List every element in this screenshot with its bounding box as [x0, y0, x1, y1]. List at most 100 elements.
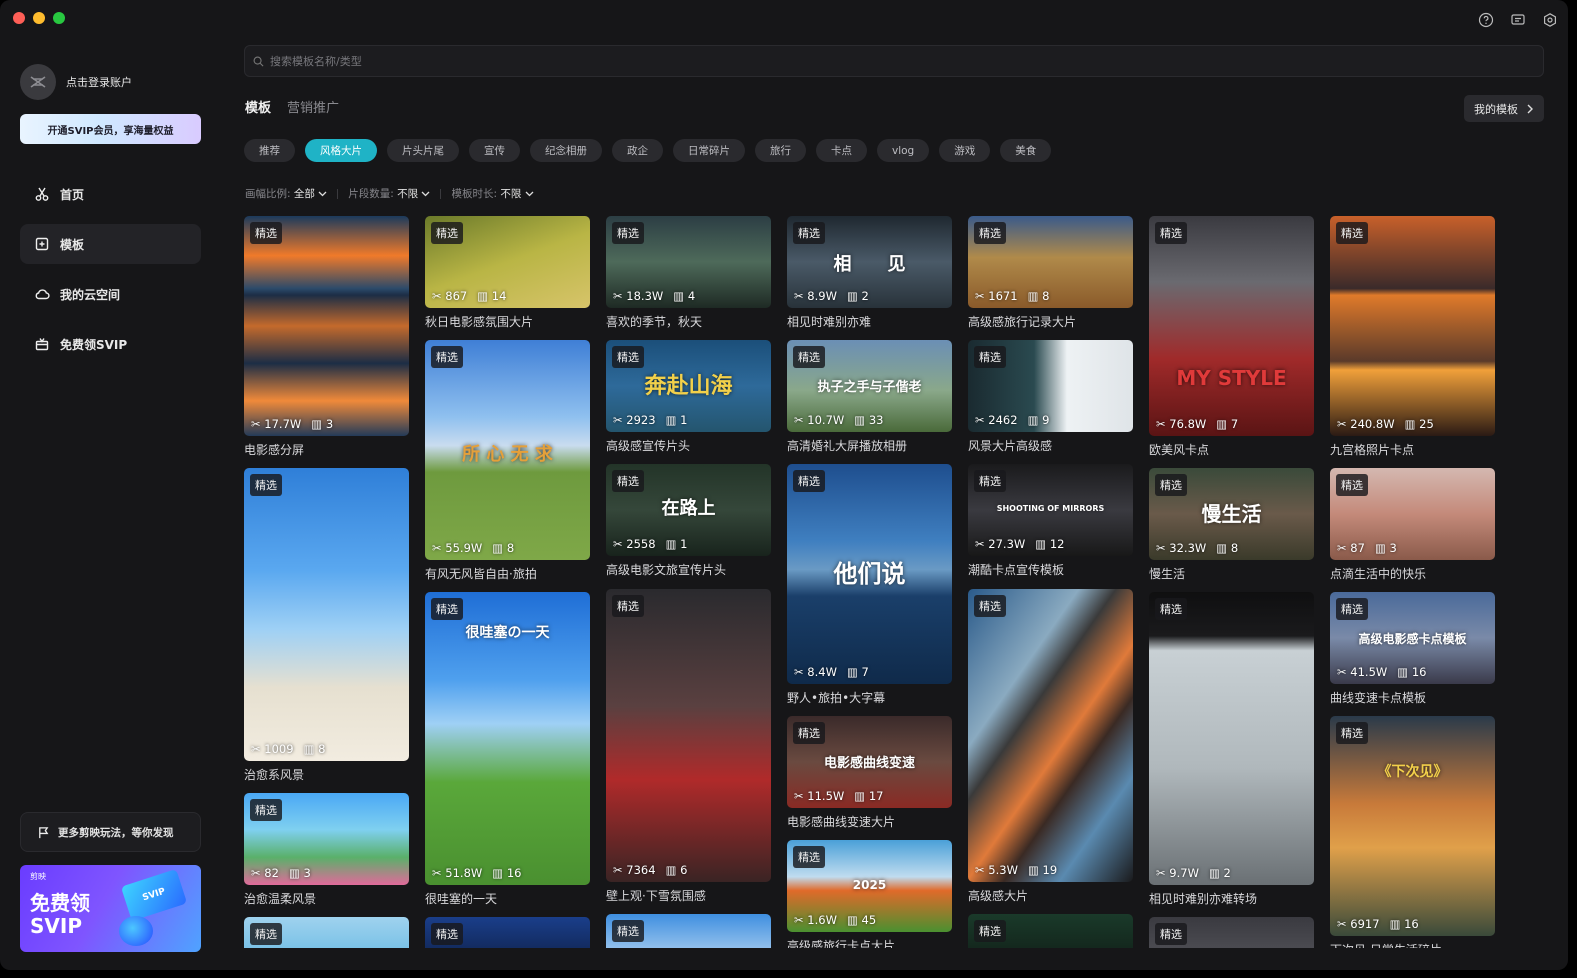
- category-chip[interactable]: 旅行: [755, 139, 806, 162]
- template-card[interactable]: 精选 ✂ 17.7W ▥ 3 电影感分屏: [244, 216, 409, 458]
- template-thumbnail[interactable]: 精选 奔赴山海 ✂ 2923 ▥ 1: [606, 340, 771, 432]
- category-chip[interactable]: 片头片尾: [387, 139, 459, 162]
- template-title[interactable]: 点滴生活中的快乐: [1330, 565, 1495, 582]
- template-title[interactable]: 风景大片高级感: [968, 437, 1133, 454]
- template-title[interactable]: 秋日电影感氛围大片: [425, 313, 590, 330]
- template-card[interactable]: 精选所 心 无 求 ✂ 55.9W ▥ 8 有风无风皆自由·旅拍: [425, 340, 590, 582]
- settings-icon[interactable]: [1542, 12, 1558, 28]
- template-thumbnail[interactable]: 精选: [244, 917, 409, 948]
- template-card[interactable]: 精选 ✂ 87 ▥ 3 点滴生活中的快乐: [1330, 468, 1495, 582]
- template-thumbnail[interactable]: 精选 2025 ✂ 1.6W ▥ 45: [787, 840, 952, 932]
- template-thumbnail[interactable]: 精选: [968, 914, 1133, 948]
- template-thumbnail[interactable]: 精选 《下次见》 ✂ 6917 ▥ 16: [1330, 716, 1495, 936]
- template-card[interactable]: 精选《下次见》 ✂ 6917 ▥ 16 下次见·日常生活碎片: [1330, 716, 1495, 948]
- template-card[interactable]: 精选: [425, 917, 590, 948]
- template-thumbnail[interactable]: 精选 ✂ 87 ▥ 3: [1330, 468, 1495, 560]
- filter-duration[interactable]: 模板时长: 不限: [451, 186, 534, 201]
- search-input[interactable]: [270, 54, 870, 68]
- template-title[interactable]: 潮酷卡点宣传模板: [968, 561, 1133, 578]
- sidebar-item-free-svip[interactable]: 免费领SVIP: [20, 324, 201, 364]
- template-title[interactable]: 高清婚礼大屏播放相册: [787, 437, 952, 454]
- template-title[interactable]: 电影感曲线变速大片: [787, 813, 952, 830]
- template-title[interactable]: 九宫格照片卡点: [1330, 441, 1495, 458]
- template-card[interactable]: 精选: [606, 914, 771, 948]
- template-card[interactable]: 精选相 见 ✂ 8.9W ▥ 2 相见时难别亦难: [787, 216, 952, 330]
- template-card[interactable]: 精选 ✂ 2462 ▥ 9 风景大片高级感: [968, 340, 1133, 454]
- template-thumbnail[interactable]: 精选 ✂ 82 ▥ 3: [244, 793, 409, 885]
- category-chip[interactable]: 政企: [612, 139, 663, 162]
- template-card[interactable]: 精选 慢生活 ✂ 32.3W ▥ 8 慢生活: [1149, 468, 1314, 582]
- template-card[interactable]: 精选 MY STYLE ✂ 76.8W ▥ 7 欧美风卡点: [1149, 216, 1314, 458]
- template-title[interactable]: 治愈温柔风景: [244, 890, 409, 907]
- category-chip[interactable]: 日常碎片: [673, 139, 745, 162]
- template-title[interactable]: 电影感分屏: [244, 441, 409, 458]
- template-card[interactable]: 精选 高级电影感卡点模板 ✂ 41.5W ▥ 16 曲线变速卡点模板: [1330, 592, 1495, 706]
- template-card[interactable]: 精选 在路上 ✂ 2558 ▥ 1 高级电影文旅宣传片头: [606, 464, 771, 578]
- template-card[interactable]: 精选 很哇塞の一天 ✂ 51.8W ▥ 16 很哇塞的一天: [425, 592, 590, 907]
- template-card[interactable]: 精选 他们说 ✂ 8.4W ▥ 7 野人•旅拍•大字幕: [787, 464, 952, 706]
- filter-clip-count[interactable]: 片段数量: 不限: [348, 186, 430, 201]
- template-card[interactable]: 精选 SHOOTING OF MIRRORS ✂ 27.3W ▥ 12 潮酷卡点宣传模板: [968, 464, 1133, 578]
- template-title[interactable]: 喜欢的季节，秋天: [606, 313, 771, 330]
- sidebar-item-templates[interactable]: 模板: [20, 224, 201, 264]
- template-thumbnail[interactable]: 精选 ✂ 9.7W ▥ 2: [1149, 592, 1314, 885]
- template-card[interactable]: 精选 ✂ 9.7W ▥ 2 相见时难别亦难转场: [1149, 592, 1314, 907]
- category-chip[interactable]: 风格大片: [305, 139, 377, 162]
- template-thumbnail[interactable]: 精选所 心 无 求 ✂ 55.9W ▥ 8: [425, 340, 590, 560]
- close-window-button[interactable]: [13, 12, 25, 24]
- search-bar[interactable]: [244, 45, 1544, 77]
- template-thumbnail[interactable]: 精选 ✂ 1671 ▥ 8: [968, 216, 1133, 308]
- category-chip[interactable]: 推荐: [244, 139, 295, 162]
- message-icon[interactable]: [1510, 12, 1526, 28]
- template-thumbnail[interactable]: 精选相 见 ✂ 8.9W ▥ 2: [787, 216, 952, 308]
- template-thumbnail[interactable]: 精选: [606, 914, 771, 948]
- template-thumbnail[interactable]: 精选 ✂ 5.3W ▥ 19: [968, 589, 1133, 882]
- template-title[interactable]: 高级电影文旅宣传片头: [606, 561, 771, 578]
- template-title[interactable]: 高级感大片: [968, 887, 1133, 904]
- template-card[interactable]: 精选 2025 ✂ 1.6W ▥ 45 高级感旅行卡点大片: [787, 840, 952, 948]
- template-title[interactable]: 高级感宣传片头: [606, 437, 771, 454]
- category-chip[interactable]: 美食: [1000, 139, 1052, 162]
- template-card[interactable]: 精选 ✂ 1671 ▥ 8 高级感旅行记录大片: [968, 216, 1133, 330]
- template-title[interactable]: 下次见·日常生活碎片: [1330, 941, 1495, 948]
- template-thumbnail[interactable]: 精选 电影感曲线变速 ✂ 11.5W ▥ 17: [787, 716, 952, 808]
- category-chip[interactable]: 卡点: [816, 139, 867, 162]
- template-title[interactable]: 曲线变速卡点模板: [1330, 689, 1495, 706]
- discover-more-button[interactable]: 更多剪映玩法，等你发现: [20, 812, 201, 852]
- category-chip[interactable]: 游戏: [939, 139, 991, 162]
- template-thumbnail[interactable]: 精选 ✂ 867 ▥ 14: [425, 216, 590, 308]
- template-thumbnail[interactable]: 精选 ✂ 18.3W ▥ 4: [606, 216, 771, 308]
- help-icon[interactable]: [1478, 12, 1494, 28]
- template-title[interactable]: 相见时难别亦难转场: [1149, 890, 1314, 907]
- template-thumbnail[interactable]: 精选 MY STYLE ✂ 76.8W ▥ 7: [1149, 216, 1314, 436]
- template-title[interactable]: 欧美风卡点: [1149, 441, 1314, 458]
- template-title[interactable]: 慢生活: [1149, 565, 1314, 582]
- category-chip[interactable]: vlog: [877, 139, 930, 162]
- template-thumbnail[interactable]: 精选: [1149, 917, 1314, 948]
- template-thumbnail[interactable]: 精选: [425, 917, 590, 948]
- template-thumbnail[interactable]: 精选 ✂ 240.8W ▥ 25: [1330, 216, 1495, 436]
- template-card[interactable]: 精选 ✂ 1009 ▥ 8 治愈系风景: [244, 468, 409, 783]
- template-thumbnail[interactable]: 精选 执子之手与子偕老 ✂ 10.7W ▥ 33: [787, 340, 952, 432]
- template-card[interactable]: 精选: [1149, 917, 1314, 948]
- template-title[interactable]: 相见时难别亦难: [787, 313, 952, 330]
- template-title[interactable]: 治愈系风景: [244, 766, 409, 783]
- free-svip-banner[interactable]: 剪映 免费领 SVIP SVIP: [20, 865, 201, 952]
- sidebar-item-home[interactable]: 首页: [20, 174, 201, 214]
- template-card[interactable]: 精选 执子之手与子偕老 ✂ 10.7W ▥ 33 高清婚礼大屏播放相册: [787, 340, 952, 454]
- filter-aspect-ratio[interactable]: 画幅比例: 全部: [245, 186, 327, 201]
- template-card[interactable]: 精选 电影感曲线变速 ✂ 11.5W ▥ 17 电影感曲线变速大片: [787, 716, 952, 830]
- template-card[interactable]: 精选 ✂ 18.3W ▥ 4 喜欢的季节，秋天: [606, 216, 771, 330]
- template-thumbnail[interactable]: 精选 他们说 ✂ 8.4W ▥ 7: [787, 464, 952, 684]
- template-card[interactable]: 精选 ✂ 240.8W ▥ 25 九宫格照片卡点: [1330, 216, 1495, 458]
- svip-open-button[interactable]: 开通SVIP会员，享海量权益: [20, 114, 201, 144]
- template-thumbnail[interactable]: 精选 在路上 ✂ 2558 ▥ 1: [606, 464, 771, 556]
- template-title[interactable]: 有风无风皆自由·旅拍: [425, 565, 590, 582]
- template-thumbnail[interactable]: 精选 SHOOTING OF MIRRORS ✂ 27.3W ▥ 12: [968, 464, 1133, 556]
- template-title[interactable]: 很哇塞的一天: [425, 890, 590, 907]
- tab-marketing[interactable]: 营销推广: [287, 97, 339, 116]
- category-chip[interactable]: 宣传: [469, 139, 520, 162]
- template-title[interactable]: 高级感旅行卡点大片: [787, 937, 952, 948]
- template-card[interactable]: 精选 ✂ 5.3W ▥ 19 高级感大片: [968, 589, 1133, 904]
- template-thumbnail[interactable]: 精选 ✂ 2462 ▥ 9: [968, 340, 1133, 432]
